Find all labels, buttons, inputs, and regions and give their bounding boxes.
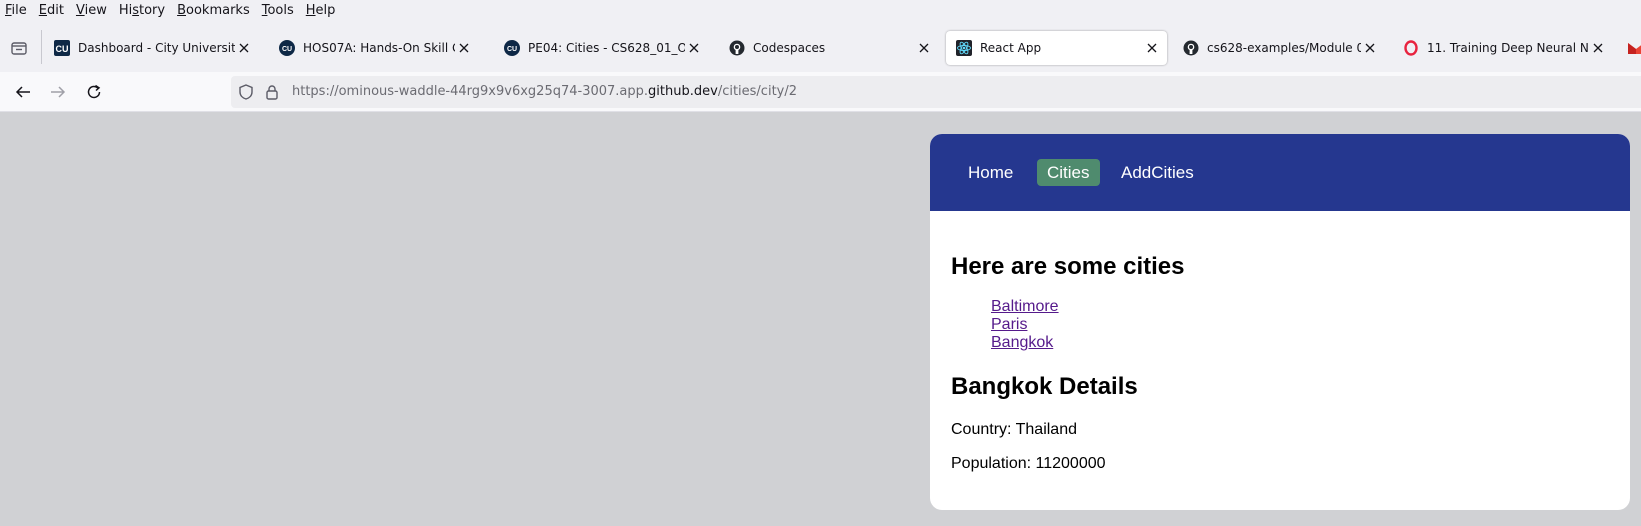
url-path: /cities/city/2 [717, 84, 798, 99]
list-item: Bangkok [991, 334, 1059, 352]
city-link-baltimore[interactable]: Baltimore [991, 298, 1059, 316]
gmail-icon[interactable] [1628, 41, 1641, 55]
close-icon[interactable] [685, 39, 703, 57]
url-bar[interactable]: https://ominous-waddle-44rg9x9v6xg25q74-… [231, 76, 1641, 108]
tab-hos07a[interactable]: CU HOS07A: Hands-On Skill GitHub [269, 31, 479, 65]
city-details-heading: Bangkok Details [951, 373, 1138, 400]
list-all-tabs-icon[interactable] [10, 39, 28, 57]
menu-file[interactable]: File [0, 1, 33, 21]
navigation-bar: https://ominous-waddle-44rg9x9v6xg25q74-… [0, 72, 1641, 112]
cu-circle-icon: CU [504, 40, 520, 56]
menu-tools[interactable]: Tools [256, 1, 300, 21]
menu-help[interactable]: Help [300, 1, 342, 21]
list-item: Baltimore [991, 298, 1059, 316]
close-icon[interactable] [1589, 39, 1607, 57]
tab-separator [41, 30, 42, 64]
menu-bar: File Edit View History Bookmarks Tools H… [0, 0, 1641, 22]
menu-edit-mnemonic: E [38, 3, 47, 18]
country-text: Country: Thailand [951, 421, 1077, 438]
svg-text:CU: CU [507, 46, 517, 53]
menu-history[interactable]: History [113, 1, 171, 21]
back-arrow-icon[interactable] [12, 81, 34, 103]
tab-cs628-examples[interactable]: cs628-examples/Module 06/clie [1173, 31, 1385, 65]
close-icon[interactable] [1361, 39, 1379, 57]
menu-help-mnemonic: H [305, 3, 316, 18]
menu-edit[interactable]: Edit [33, 1, 70, 21]
close-icon[interactable] [1143, 39, 1161, 57]
tab-training-dnn[interactable]: 11. Training Deep Neural Netwo [1393, 31, 1613, 65]
url-host: github.dev [648, 84, 718, 99]
tab-title: Codespaces [753, 41, 826, 55]
nav-link-home[interactable]: Home [958, 159, 1023, 186]
menu-view-mnemonic: V [75, 3, 85, 18]
url-prefix: https://ominous-waddle-44rg9x9v6xg25q74-… [292, 84, 649, 99]
opera-icon [1403, 40, 1419, 56]
url-text[interactable]: https://ominous-waddle-44rg9x9v6xg25q74-… [292, 83, 797, 101]
app-container: Home Cities AddCities Here are some citi… [930, 134, 1630, 510]
city-link-paris[interactable]: Paris [991, 316, 1059, 334]
population-text: Population: 11200000 [951, 455, 1106, 472]
svg-text:CU: CU [56, 44, 69, 54]
menu-view[interactable]: View [70, 1, 113, 21]
github-icon [1183, 40, 1199, 56]
forward-arrow-icon[interactable] [47, 81, 69, 103]
close-icon[interactable] [915, 39, 933, 57]
close-icon[interactable] [455, 39, 473, 57]
tab-pe04[interactable]: CU PE04: Cities - CS628_01_ON: Full [494, 31, 709, 65]
cities-heading: Here are some cities [951, 253, 1185, 280]
city-link-bangkok[interactable]: Bangkok [991, 334, 1059, 352]
tab-title: Dashboard - City University of S [78, 41, 235, 55]
menu-tools-mnemonic: T [261, 3, 268, 18]
tab-title: PE04: Cities - CS628_01_ON: Full [528, 41, 685, 55]
tab-title: HOS07A: Hands-On Skill GitHub [303, 41, 455, 55]
tab-title: cs628-examples/Module 06/clie [1207, 41, 1361, 55]
close-icon[interactable] [235, 39, 253, 57]
list-item: Paris [991, 316, 1059, 334]
github-icon [729, 40, 745, 56]
tab-react-app[interactable]: React App [946, 31, 1167, 65]
menu-history-mnemonic: s [132, 3, 139, 18]
nav-link-add-cities[interactable]: AddCities [1111, 159, 1204, 186]
city-list: Baltimore Paris Bangkok [991, 298, 1059, 352]
tab-codespaces[interactable]: Codespaces [719, 31, 939, 65]
react-icon [956, 40, 972, 56]
shield-icon[interactable] [237, 83, 255, 101]
tab-bar: CU Dashboard - City University of S CU H… [0, 22, 1641, 72]
app-navbar: Home Cities AddCities [930, 134, 1630, 211]
tab-title: React App [980, 41, 1042, 55]
tab-dashboard[interactable]: CU Dashboard - City University of S [44, 31, 259, 65]
cu-circle-icon: CU [279, 40, 295, 56]
menu-file-mnemonic: F [5, 3, 12, 18]
lock-icon[interactable] [263, 83, 281, 101]
tab-title: 11. Training Deep Neural Netwo [1427, 41, 1589, 55]
cu-logo-icon: CU [54, 40, 70, 56]
reload-icon[interactable] [83, 81, 105, 103]
menu-bookmarks-mnemonic: B [177, 3, 187, 18]
menu-bookmarks[interactable]: Bookmarks [171, 1, 256, 21]
nav-link-cities[interactable]: Cities [1037, 159, 1100, 186]
svg-text:CU: CU [282, 46, 292, 53]
